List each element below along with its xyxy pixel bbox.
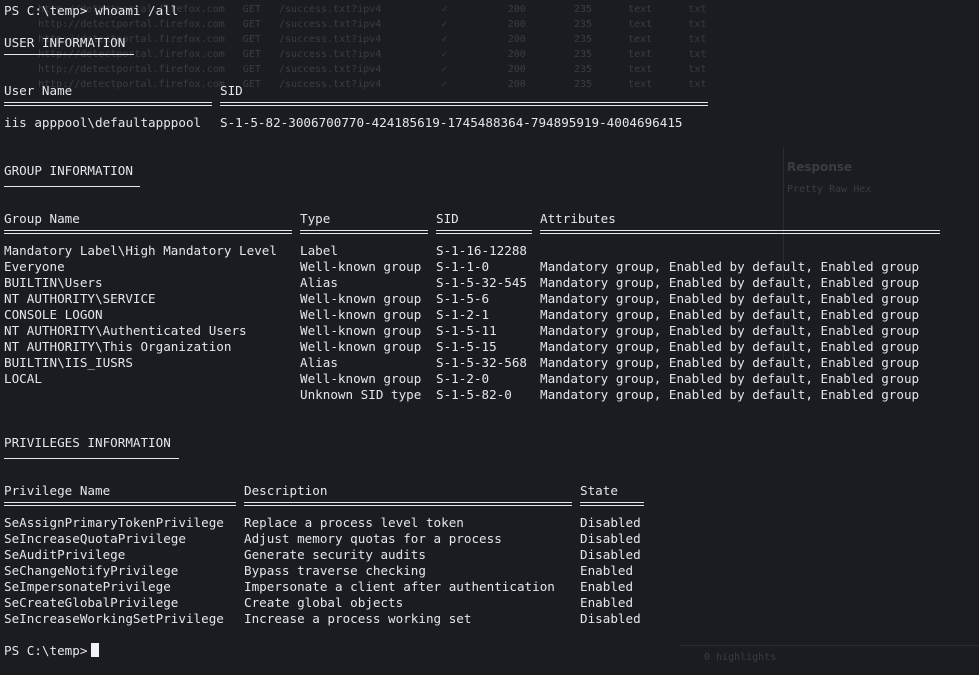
group-row-cell: Well-known group bbox=[300, 371, 422, 386]
group-row-cell: S-1-2-1 bbox=[436, 307, 490, 322]
group-row-cell: Mandatory group, Enabled by default, Ena… bbox=[540, 355, 920, 370]
group-row-cell: Well-known group bbox=[300, 339, 422, 354]
priv-row-cell: Create global objects bbox=[244, 595, 404, 610]
group-section-title: GROUP INFORMATION bbox=[4, 163, 133, 178]
group-row-cell: LOCAL bbox=[4, 371, 42, 386]
group-header-type: Type bbox=[300, 211, 331, 226]
group-row-cell: S-1-2-0 bbox=[436, 371, 490, 386]
priv-row-cell: Disabled bbox=[580, 547, 641, 562]
text-cursor bbox=[91, 643, 100, 657]
group-row-cell: Alias bbox=[300, 275, 338, 290]
group-row-cell: BUILTIN\IIS_IUSRS bbox=[4, 355, 133, 370]
header-rule bbox=[4, 502, 236, 506]
command-line: PS C:\temp> whoami /all bbox=[4, 3, 179, 18]
priv-row-cell: Enabled bbox=[580, 579, 634, 594]
group-row-cell: Mandatory group, Enabled by default, Ena… bbox=[540, 259, 920, 274]
priv-row-cell: SeImpersonatePrivilege bbox=[4, 579, 171, 594]
group-header-attributes: Attributes bbox=[540, 211, 616, 226]
section-underline bbox=[4, 54, 134, 55]
group-row-cell: NT AUTHORITY\SERVICE bbox=[4, 291, 156, 306]
priv-header-description: Description bbox=[244, 483, 328, 498]
header-rule bbox=[540, 230, 940, 234]
user-header-name: User Name bbox=[4, 83, 73, 98]
priv-header-name: Privilege Name bbox=[4, 483, 111, 498]
final-prompt-line[interactable]: PS C:\temp> bbox=[4, 643, 100, 659]
group-row-cell: Alias bbox=[300, 355, 338, 370]
group-row-cell: Mandatory group, Enabled by default, Ena… bbox=[540, 307, 920, 322]
group-row-cell: NT AUTHORITY\Authenticated Users bbox=[4, 323, 247, 338]
group-row-cell: S-1-5-32-568 bbox=[436, 355, 527, 370]
header-rule bbox=[4, 102, 212, 106]
priv-row-cell: Generate security audits bbox=[244, 547, 426, 562]
group-row-cell: S-1-1-0 bbox=[436, 259, 490, 274]
priv-section-title: PRIVILEGES INFORMATION bbox=[4, 435, 171, 450]
group-header-sid: SID bbox=[436, 211, 459, 226]
user-section-title: USER INFORMATION bbox=[4, 35, 126, 50]
user-sid-value: S-1-5-82-3006700770-424185619-1745488364… bbox=[220, 115, 683, 130]
group-header-name: Group Name bbox=[4, 211, 80, 226]
group-row-cell: S-1-5-32-545 bbox=[436, 275, 527, 290]
priv-row-cell: SeIncreaseQuotaPrivilege bbox=[4, 531, 186, 546]
group-row-cell: Well-known group bbox=[300, 307, 422, 322]
priv-row-cell: Impersonate a client after authenticatio… bbox=[244, 579, 555, 594]
group-row-cell: S-1-5-6 bbox=[436, 291, 490, 306]
group-row-cell: Mandatory group, Enabled by default, Ena… bbox=[540, 387, 920, 402]
priv-row-cell: Disabled bbox=[580, 515, 641, 530]
group-row-cell: BUILTIN\Users bbox=[4, 275, 103, 290]
header-rule bbox=[436, 230, 532, 234]
priv-row-cell: Increase a process working set bbox=[244, 611, 472, 626]
priv-row-cell: Disabled bbox=[580, 611, 641, 626]
group-row-cell: Mandatory Label\High Mandatory Level bbox=[4, 243, 277, 258]
group-row-cell: Unknown SID type bbox=[300, 387, 422, 402]
priv-row-cell: SeAuditPrivilege bbox=[4, 547, 126, 562]
priv-row-cell: Disabled bbox=[580, 531, 641, 546]
header-rule bbox=[220, 102, 708, 106]
priv-row-cell: Bypass traverse checking bbox=[244, 563, 426, 578]
priv-row-cell: Adjust memory quotas for a process bbox=[244, 531, 502, 546]
priv-row-cell: SeIncreaseWorkingSetPrivilege bbox=[4, 611, 224, 626]
terminal-output[interactable]: PS C:\temp> whoami /all USER INFORMATION… bbox=[0, 0, 979, 675]
priv-row-cell: Enabled bbox=[580, 595, 634, 610]
group-row-cell: S-1-5-15 bbox=[436, 339, 497, 354]
header-rule bbox=[244, 502, 572, 506]
group-row-cell: Well-known group bbox=[300, 323, 422, 338]
priv-row-cell: SeChangeNotifyPrivilege bbox=[4, 563, 179, 578]
header-rule bbox=[4, 230, 292, 234]
group-row-cell: S-1-5-11 bbox=[436, 323, 497, 338]
group-row-cell: CONSOLE LOGON bbox=[4, 307, 103, 322]
group-row-cell: Mandatory group, Enabled by default, Ena… bbox=[540, 323, 920, 338]
priv-row-cell: Replace a process level token bbox=[244, 515, 464, 530]
header-rule bbox=[580, 502, 644, 506]
group-row-cell: S-1-16-12288 bbox=[436, 243, 527, 258]
group-row-cell: Everyone bbox=[4, 259, 65, 274]
header-rule bbox=[300, 230, 428, 234]
group-row-cell: Mandatory group, Enabled by default, Ena… bbox=[540, 275, 920, 290]
final-prompt: PS C:\temp> bbox=[4, 643, 88, 658]
priv-row-cell: SeCreateGlobalPrivilege bbox=[4, 595, 179, 610]
group-row-cell: S-1-5-82-0 bbox=[436, 387, 512, 402]
priv-header-state: State bbox=[580, 483, 618, 498]
user-name-value: iis apppool\defaultapppool bbox=[4, 115, 202, 130]
group-row-cell: Label bbox=[300, 243, 338, 258]
section-underline bbox=[4, 186, 140, 187]
user-header-sid: SID bbox=[220, 83, 243, 98]
section-underline bbox=[4, 458, 179, 459]
group-row-cell: NT AUTHORITY\This Organization bbox=[4, 339, 232, 354]
group-row-cell: Well-known group bbox=[300, 259, 422, 274]
priv-row-cell: SeAssignPrimaryTokenPrivilege bbox=[4, 515, 224, 530]
group-row-cell: Mandatory group, Enabled by default, Ena… bbox=[540, 291, 920, 306]
group-row-cell: Mandatory group, Enabled by default, Ena… bbox=[540, 371, 920, 386]
group-row-cell: Well-known group bbox=[300, 291, 422, 306]
group-row-cell: Mandatory group, Enabled by default, Ena… bbox=[540, 339, 920, 354]
priv-row-cell: Enabled bbox=[580, 563, 634, 578]
